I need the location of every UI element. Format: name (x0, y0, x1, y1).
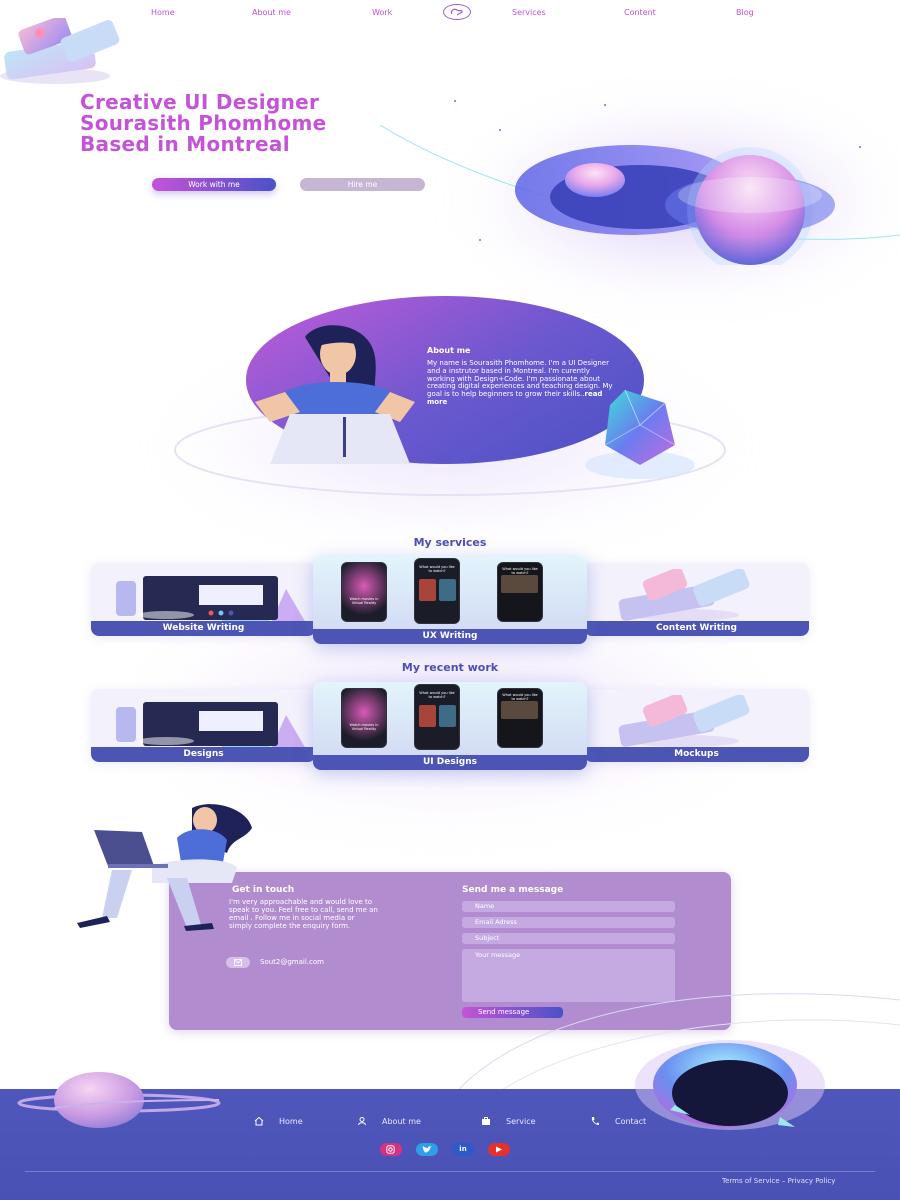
home-icon (254, 1116, 264, 1126)
youtube-icon[interactable] (488, 1143, 510, 1156)
phone-mockup: What would you like to watch? (497, 562, 543, 622)
phone-screen-text: What would you like to watch? (419, 565, 455, 573)
footer-terms[interactable]: Terms of Service – Privacy Policy (722, 1177, 835, 1185)
services-title: My services (413, 536, 487, 549)
movie-thumb (419, 705, 436, 727)
phone-mockup: Watch movies in Virtual Reality (341, 562, 387, 622)
service-card-ux[interactable]: Watch movies in Virtual Reality What wou… (313, 556, 587, 644)
hero-title: Creative UI Designer Sourasith Phomhome … (80, 92, 327, 155)
mockup-phones-illustration (618, 695, 750, 747)
website-illustration (116, 576, 306, 623)
hero-planets-illustration (379, 100, 900, 265)
nav-about[interactable]: About me (252, 8, 291, 17)
contact-description: I'm very approachable and would love to … (229, 898, 378, 930)
work-card-ui[interactable]: Watch movies in Virtual Reality What wou… (313, 682, 587, 770)
nav-blog[interactable]: Blog (736, 8, 754, 17)
send-message-title: Send me a message (462, 885, 564, 895)
get-in-touch-title: Get in touch (232, 885, 295, 895)
work-card-mockups[interactable]: Mockups (584, 689, 809, 762)
work-card-designs[interactable]: Designs (91, 689, 316, 762)
mail-icon (226, 957, 250, 968)
work-card-label: Designs (91, 747, 316, 762)
user-icon (358, 1117, 366, 1126)
footer-link-service[interactable]: Service (506, 1117, 536, 1126)
hero-title-line3: Based in Montreal (80, 132, 290, 156)
footer-link-about[interactable]: About me (382, 1117, 421, 1126)
logo[interactable] (443, 4, 471, 20)
nav-home[interactable]: Home (151, 8, 175, 17)
phone-screen-text: What would you like to watch? (419, 691, 455, 699)
crystal-illustration (585, 389, 695, 479)
mockup-phones-illustration (618, 569, 750, 621)
footer-divider (25, 1171, 875, 1172)
name-field[interactable]: Name (462, 901, 675, 912)
work-card-label: Mockups (584, 747, 809, 762)
email-field[interactable]: Email Adress (462, 917, 675, 928)
twitter-icon[interactable] (416, 1143, 438, 1156)
nav-content[interactable]: Content (624, 8, 656, 17)
work-with-me-button[interactable]: Work with me (152, 178, 276, 191)
phone-mockup: What would you like to watch? (497, 688, 543, 748)
service-card-content[interactable]: Content Writing (584, 563, 809, 636)
floating-phones-illustration (0, 18, 120, 84)
phone-icon (591, 1117, 599, 1125)
phone-screen-text: What would you like to watch? (502, 567, 538, 575)
service-card-website[interactable]: Website Writing (91, 563, 316, 636)
woman-illustration (255, 325, 415, 464)
logo-icon (450, 8, 463, 16)
phone-mockup: Watch movies in Virtual Reality (341, 688, 387, 748)
hero-title-line2: Sourasith Phomhome (80, 111, 327, 135)
service-card-label: Content Writing (584, 621, 809, 636)
service-card-label: UX Writing (313, 629, 587, 644)
briefcase-icon (482, 1117, 490, 1125)
phone-screen-text: What would you like to watch? (502, 693, 538, 701)
movie-banner (501, 701, 538, 719)
service-card-label: Website Writing (91, 621, 316, 636)
about-title: About me (427, 346, 471, 355)
footer-planet-left (17, 1072, 221, 1128)
hero-title-line1: Creative UI Designer (80, 90, 320, 114)
nav-services[interactable]: Services (512, 8, 546, 17)
movie-thumb (419, 579, 436, 601)
subject-field[interactable]: Subject (462, 933, 675, 944)
movie-thumb (439, 579, 456, 601)
footer-link-contact[interactable]: Contact (615, 1117, 646, 1126)
work-card-label: UI Designs (313, 755, 587, 770)
phone-screen-text: Watch movies in Virtual Reality (349, 597, 379, 605)
contact-email[interactable]: Sout2@gmail.com (260, 958, 324, 966)
phone-mockup: What would you like to watch? (414, 558, 460, 624)
nav-work[interactable]: Work (372, 8, 392, 17)
movie-banner (501, 575, 538, 593)
website-illustration (116, 702, 306, 749)
footer-planet-right (635, 1040, 825, 1130)
phone-screen-text: Watch movies in Virtual Reality (349, 723, 379, 731)
movie-thumb (439, 705, 456, 727)
instagram-icon[interactable] (380, 1143, 402, 1156)
footer-link-home[interactable]: Home (279, 1117, 303, 1126)
phone-mockup: What would you like to watch? (414, 684, 460, 750)
linkedin-icon[interactable]: in (452, 1143, 474, 1156)
recent-work-title: My recent work (401, 661, 499, 674)
